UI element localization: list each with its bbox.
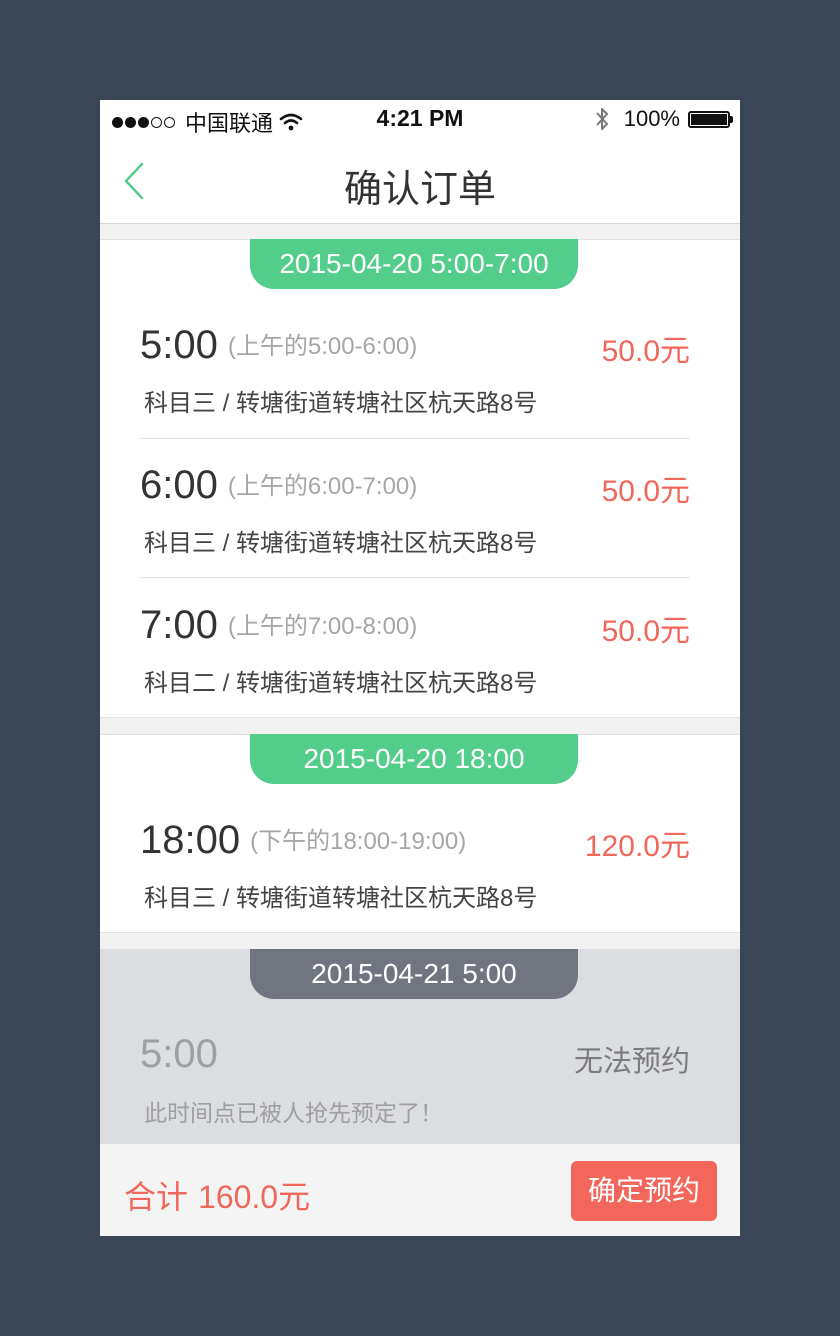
footer-bar: 合计 160.0元 确定预约 [100, 1144, 740, 1236]
slot-price: 50.0元 [601, 475, 690, 508]
slot-range: (上午的6:00-7:00) [227, 473, 418, 501]
slot-range: (上午的7:00-8:00) [227, 613, 418, 641]
slot-time: 5:00 [140, 323, 218, 367]
slot-description: 科目三 / 转塘街道转塘社区杭天路8号 [144, 885, 538, 912]
date-tab: 2015-04-21 5:00 [250, 949, 578, 999]
slot-price: 50.0元 [601, 615, 690, 648]
battery-icon [688, 110, 733, 128]
total-amount: 160.0元 [198, 1179, 311, 1215]
bluetooth-icon [595, 108, 608, 130]
slot-time: 6:00 [140, 463, 218, 507]
slot-time: 18:00 [140, 818, 241, 862]
date-tab: 2015-04-20 18:00 [250, 734, 578, 784]
order-total: 合计 160.0元 [124, 1172, 310, 1218]
unavailable-message: 此时间点已被人抢先预定了！ [144, 1100, 443, 1126]
slot-item[interactable]: 6:00 (上午的6:00-7:00) 50.0元 科目三 / 转塘街道转塘社区杭… [140, 428, 690, 566]
slot-description: 科目三 / 转塘街道转塘社区杭天路8号 [144, 390, 538, 417]
nav-bar: 确认订单 [100, 140, 740, 224]
slot-price: 50.0元 [601, 335, 690, 368]
slot-item[interactable]: 18:00 (下午的18:00-19:00) 120.0元 科目三 / 转塘街道转… [140, 783, 690, 921]
slot-description: 科目三 / 转塘街道转塘社区杭天路8号 [144, 530, 538, 557]
status-bar: 中国联通 4:21 PM 100% [100, 100, 740, 140]
page-title: 确认订单 [343, 169, 496, 211]
slot-range: (下午的18:00-19:00) [250, 828, 467, 856]
slot-range: (上午的5:00-6:00) [227, 333, 418, 361]
confirm-booking-button[interactable]: 确定预约 [571, 1161, 717, 1221]
total-label: 合计 [124, 1179, 189, 1215]
unavailable-status: 无法预约 [573, 1046, 690, 1078]
booking-group: 2015-04-20 5:00-7:00 5:00 (上午的5:00-6:00) … [100, 239, 740, 718]
date-tab: 2015-04-20 5:00-7:00 [250, 239, 578, 289]
slot-time: 5:00 [140, 1032, 218, 1076]
slot-item[interactable]: 7:00 (上午的7:00-8:00) 50.0元 科目二 / 转塘街道转塘社区杭… [140, 568, 690, 706]
slot-price: 120.0元 [584, 830, 690, 863]
unavailable-group: 2015-04-21 5:00 5:00 无法预约 此时间点已被人抢先预定了！ [100, 949, 740, 1146]
status-right: 100% [594, 106, 733, 132]
slot-description: 科目二 / 转塘街道转塘社区杭天路8号 [144, 670, 538, 697]
phone-screen: 中国联通 4:21 PM 100% 确认订单 2015-04-20 5:00-7… [100, 100, 740, 1236]
battery-percent: 100% [623, 106, 680, 131]
slot-time: 7:00 [140, 603, 218, 647]
booking-group: 2015-04-20 18:00 18:00 (下午的18:00-19:00) 1… [100, 734, 740, 933]
slot-item[interactable]: 5:00 (上午的5:00-6:00) 50.0元 科目三 / 转塘街道转塘社区杭… [140, 288, 690, 426]
